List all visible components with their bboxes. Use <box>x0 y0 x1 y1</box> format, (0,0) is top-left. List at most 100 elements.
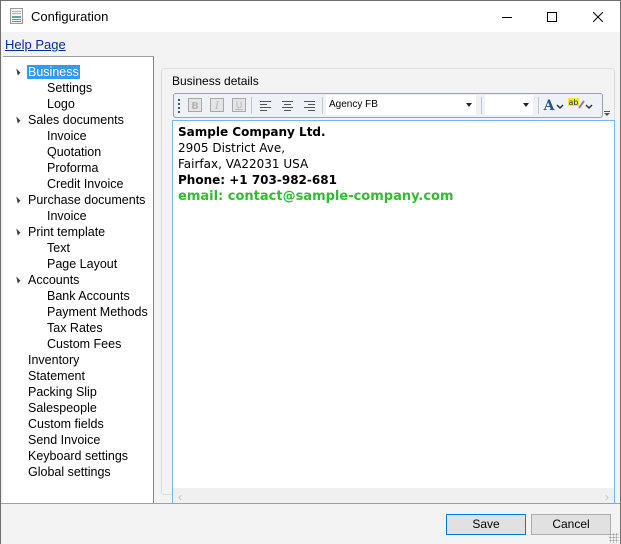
tree-item[interactable]: Invoice <box>46 128 88 144</box>
toolbar-separator <box>322 97 323 114</box>
phone-line: Phone: +1 703-982-681 <box>178 173 337 187</box>
font-color-button[interactable]: A <box>543 97 567 112</box>
business-details-group: Business details B I U Agency FB A ab Sa… <box>161 68 615 506</box>
toolbar-grip[interactable] <box>178 99 180 113</box>
tree-item[interactable]: Quotation <box>46 144 102 160</box>
navigation-tree[interactable]: Business Settings Logo Sales documents Invoi… <box>3 56 154 504</box>
tree-item[interactable]: Settings <box>46 80 93 96</box>
toolbar-separator <box>481 97 482 114</box>
font-family-value: Agency FB <box>329 99 378 110</box>
align-right-button[interactable] <box>302 97 317 112</box>
tree-item[interactable]: Text <box>46 240 71 256</box>
tree-item[interactable]: Invoice <box>46 208 88 224</box>
editor-content: Sample Company Ltd. 2905 District Ave, F… <box>178 124 454 206</box>
configuration-window: Configuration Help Page Business Settings… <box>0 0 621 544</box>
tree-item-label: Page Layout <box>47 257 118 271</box>
title-bar: Configuration <box>1 1 620 32</box>
font-color-icon: A <box>543 98 564 112</box>
highlight-button[interactable]: ab <box>568 97 594 112</box>
tree-item-label: Logo <box>47 97 75 111</box>
tree-item[interactable]: Inventory <box>27 352 80 368</box>
bold-icon: B <box>187 97 202 112</box>
align-center-button[interactable] <box>280 97 295 112</box>
tree-item[interactable]: Page Layout <box>46 256 118 272</box>
underline-icon: U <box>231 97 246 112</box>
menu-bar: Help Page <box>1 32 620 55</box>
help-page-link[interactable]: Help Page <box>5 37 66 52</box>
expand-triangle-icon[interactable] <box>13 68 21 76</box>
dialog-footer: Save Cancel <box>1 503 620 544</box>
expand-triangle-icon[interactable] <box>13 276 21 284</box>
save-button[interactable]: Save <box>446 514 526 535</box>
tree-item-label: Global settings <box>28 465 111 479</box>
tree-item[interactable]: Salespeople <box>27 400 98 416</box>
tree-item[interactable]: Logo <box>46 96 76 112</box>
scroll-right-icon[interactable]: › <box>605 490 609 504</box>
close-icon <box>593 11 603 22</box>
tree-item-label: Print template <box>28 225 106 239</box>
toolbar-overflow-icon[interactable] <box>604 111 610 117</box>
minimize-icon <box>502 16 512 18</box>
tree-item[interactable]: Keyboard settings <box>27 448 129 464</box>
tree-item[interactable]: Accounts <box>13 272 80 288</box>
tree-item-label: Invoice <box>47 209 87 223</box>
business-details-editor[interactable]: Sample Company Ltd. 2905 District Ave, F… <box>172 120 615 506</box>
tree-item-label: Statement <box>28 369 85 383</box>
close-button[interactable] <box>575 1 621 32</box>
tree-item-label: Quotation <box>47 145 102 159</box>
font-family-select[interactable]: Agency FB <box>326 95 476 115</box>
formatting-toolbar: B I U Agency FB A ab <box>173 93 603 118</box>
tree-item-label: Packing Slip <box>28 385 97 399</box>
align-left-button[interactable] <box>258 97 273 112</box>
expand-triangle-icon[interactable] <box>13 228 21 236</box>
svg-text:B: B <box>191 101 199 112</box>
minimize-button[interactable] <box>484 1 530 32</box>
tree-item-label: Business <box>27 65 80 79</box>
resize-grip[interactable] <box>609 533 619 543</box>
italic-button[interactable]: I <box>209 97 224 112</box>
group-title: Business details <box>170 74 261 88</box>
svg-text:A: A <box>543 98 556 112</box>
tree-item[interactable]: Custom Fees <box>46 336 122 352</box>
tree-item[interactable]: Sales documents <box>13 112 125 128</box>
align-right-icon <box>303 100 315 111</box>
tree-item[interactable]: Send Invoice <box>27 432 101 448</box>
tree-item-label: Payment Methods <box>47 305 148 319</box>
tree-item-label: Keyboard settings <box>28 449 129 463</box>
scroll-left-icon[interactable]: ‹ <box>178 490 182 504</box>
bold-button[interactable]: B <box>187 97 202 112</box>
tree-item[interactable]: Proforma <box>46 160 99 176</box>
underline-button[interactable]: U <box>231 97 246 112</box>
tree-item-label: Invoice <box>47 129 87 143</box>
tree-item[interactable]: Payment Methods <box>46 304 149 320</box>
tree-item[interactable]: Print template <box>13 224 106 240</box>
align-left-icon <box>259 100 271 111</box>
svg-text:ab: ab <box>569 98 579 107</box>
tree-item[interactable]: Custom fields <box>27 416 105 432</box>
tree-item-label: Inventory <box>28 353 80 367</box>
highlight-icon: ab <box>568 97 593 109</box>
chevron-down-icon <box>466 103 472 107</box>
tree-item-label: Purchase documents <box>28 193 146 207</box>
tree-item[interactable]: Business <box>13 64 80 80</box>
company-name: Sample Company Ltd. <box>178 125 326 139</box>
window-title: Configuration <box>31 9 109 24</box>
tree-item-label: Salespeople <box>28 401 97 415</box>
maximize-icon <box>547 11 557 22</box>
tree-item[interactable]: Packing Slip <box>27 384 98 400</box>
tree-item[interactable]: Tax Rates <box>46 320 104 336</box>
tree-item[interactable]: Credit Invoice <box>46 176 124 192</box>
toolbar-separator <box>251 97 252 114</box>
font-size-select[interactable] <box>485 95 533 115</box>
cancel-button[interactable]: Cancel <box>531 514 611 535</box>
expand-triangle-icon[interactable] <box>13 116 21 124</box>
details-pane: Business details B I U Agency FB A ab Sa… <box>157 56 620 506</box>
chevron-down-icon <box>523 103 529 107</box>
tree-item[interactable]: Bank Accounts <box>46 288 131 304</box>
tree-item[interactable]: Statement <box>27 368 86 384</box>
document-icon <box>10 8 23 24</box>
expand-triangle-icon[interactable] <box>13 196 21 204</box>
maximize-button[interactable] <box>529 1 575 32</box>
tree-item[interactable]: Global settings <box>27 464 112 480</box>
tree-item[interactable]: Purchase documents <box>13 192 146 208</box>
